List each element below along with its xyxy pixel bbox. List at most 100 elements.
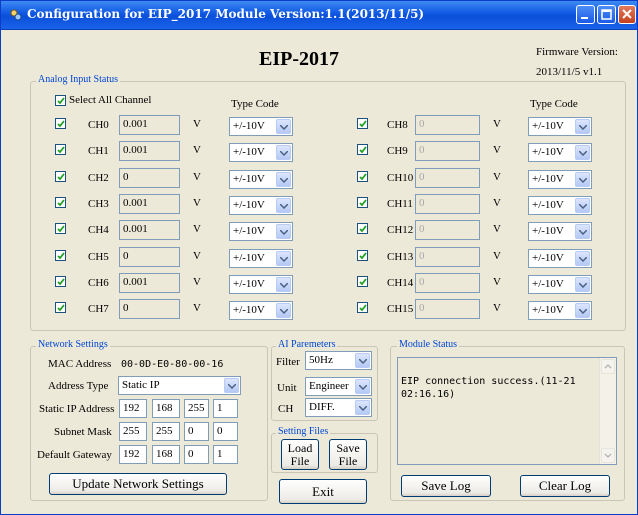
- subnet-octet-4[interactable]: 0: [213, 422, 238, 441]
- checkmark-icon: [359, 304, 367, 312]
- analog-input-group-label: Analog Input Status: [36, 74, 120, 85]
- unit-label: Unit: [277, 382, 297, 394]
- subnet-octet-3[interactable]: 0: [184, 422, 209, 441]
- channel-type-code-select[interactable]: +/-10V: [229, 196, 293, 215]
- update-network-settings-button[interactable]: Update Network Settings: [49, 473, 227, 495]
- channel-type-code-select[interactable]: +/-10V: [528, 170, 592, 189]
- channel-name: CH10: [387, 172, 414, 184]
- scroll-up-button[interactable]: [601, 359, 615, 374]
- ai-parameters-group-label: AI Paremeters: [276, 339, 338, 350]
- channel-type-code-select[interactable]: +/-10V: [528, 249, 592, 268]
- save-file-button[interactable]: Save File: [329, 439, 367, 470]
- channel-checkbox[interactable]: [357, 144, 368, 155]
- gateway-octet-4[interactable]: 1: [213, 445, 238, 464]
- subnet-octet-2[interactable]: 255: [152, 422, 180, 441]
- channel-type-code-select[interactable]: +/-10V: [229, 275, 293, 294]
- channel-type-code-value: +/-10V: [233, 146, 265, 158]
- chevron-down-icon: [575, 172, 590, 187]
- address-type-select[interactable]: Static IP: [118, 376, 241, 395]
- app-window: Configuration for EIP_2017 Module Versio…: [0, 0, 638, 515]
- channel-type-code-select[interactable]: +/-10V: [528, 117, 592, 136]
- channel-type-code-value: +/-10V: [532, 199, 564, 211]
- app-icon: [10, 9, 22, 21]
- channel-name: CH11: [387, 198, 413, 210]
- minimize-button[interactable]: [576, 5, 595, 24]
- chevron-down-icon: [355, 379, 370, 394]
- save-log-button[interactable]: Save Log: [401, 475, 491, 497]
- channel-checkbox[interactable]: [357, 171, 368, 182]
- channel-checkbox[interactable]: [55, 223, 66, 234]
- channel-unit-label: V: [193, 250, 201, 262]
- gateway-octet-2[interactable]: 168: [152, 445, 180, 464]
- channel-type-code-select[interactable]: +/-10V: [229, 222, 293, 241]
- static-ip-octet-3[interactable]: 255: [184, 399, 209, 418]
- channel-unit-label: V: [193, 171, 201, 183]
- channel-unit-label: V: [193, 302, 201, 314]
- channel-checkbox[interactable]: [55, 197, 66, 208]
- channel-checkbox[interactable]: [55, 118, 66, 129]
- gateway-octet-3[interactable]: 0: [184, 445, 209, 464]
- channel-checkbox[interactable]: [55, 302, 66, 313]
- chevron-down-icon: [575, 145, 590, 160]
- static-ip-octet-2[interactable]: 168: [152, 399, 180, 418]
- ch-mode-select[interactable]: DIFF.: [305, 398, 372, 417]
- window-title: Configuration for EIP_2017 Module Versio…: [27, 7, 425, 21]
- exit-button[interactable]: Exit: [279, 479, 367, 504]
- maximize-button[interactable]: [597, 5, 616, 24]
- subnet-mask-label: Subnet Mask: [54, 426, 112, 438]
- channel-type-code-select[interactable]: +/-10V: [528, 196, 592, 215]
- subnet-octet-1[interactable]: 255: [119, 422, 147, 441]
- channel-checkbox[interactable]: [55, 250, 66, 261]
- status-message-line-2: 02:16.16): [401, 389, 456, 400]
- filter-select[interactable]: 50Hz: [305, 351, 372, 370]
- channel-type-code-select[interactable]: +/-10V: [229, 301, 293, 320]
- channel-checkbox[interactable]: [357, 223, 368, 234]
- checkmark-icon: [359, 278, 367, 286]
- clear-log-button[interactable]: Clear Log: [520, 475, 610, 497]
- static-ip-octet-4[interactable]: 1: [213, 399, 238, 418]
- ch-mode-value: DIFF.: [309, 401, 335, 413]
- channel-checkbox[interactable]: [55, 144, 66, 155]
- channel-checkbox[interactable]: [357, 118, 368, 129]
- chevron-down-icon: [276, 303, 291, 318]
- channel-checkbox[interactable]: [357, 302, 368, 313]
- channel-type-code-value: +/-10V: [532, 173, 564, 185]
- channel-type-code-select[interactable]: +/-10V: [229, 117, 293, 136]
- channel-name: CH15: [387, 303, 414, 315]
- status-scrollbar[interactable]: [599, 358, 616, 464]
- save-file-label-2: File: [338, 454, 358, 468]
- channel-checkbox[interactable]: [55, 171, 66, 182]
- close-button[interactable]: [618, 5, 636, 24]
- channel-type-code-select[interactable]: +/-10V: [229, 249, 293, 268]
- channel-value-field: 0: [415, 220, 480, 240]
- channel-name: CH9: [387, 145, 408, 157]
- scroll-down-button[interactable]: [601, 448, 615, 463]
- channel-value-field: 0.001: [119, 194, 180, 214]
- gateway-octet-1[interactable]: 192: [119, 445, 147, 464]
- module-status-log[interactable]: EIP connection success.(11-21 02:16.16): [397, 357, 617, 465]
- static-ip-octet-1[interactable]: 192: [119, 399, 147, 418]
- channel-checkbox[interactable]: [357, 197, 368, 208]
- channel-value-field: 0: [415, 168, 480, 188]
- chevron-down-icon: [575, 251, 590, 266]
- load-file-button[interactable]: Load File: [281, 439, 319, 470]
- channel-type-code-select[interactable]: +/-10V: [528, 143, 592, 162]
- unit-value: Engineer: [309, 380, 349, 392]
- unit-select[interactable]: Engineer: [305, 377, 372, 396]
- filter-value: 50Hz: [309, 354, 333, 366]
- title-bar[interactable]: Configuration for EIP_2017 Module Versio…: [1, 1, 637, 30]
- channel-checkbox[interactable]: [357, 250, 368, 261]
- channel-name: CH7: [88, 303, 109, 315]
- channel-type-code-select[interactable]: +/-10V: [528, 301, 592, 320]
- select-all-checkbox[interactable]: [55, 95, 66, 106]
- channel-checkbox[interactable]: [357, 276, 368, 287]
- channel-unit-label: V: [493, 171, 501, 183]
- chevron-down-icon: [224, 378, 239, 393]
- channel-value-field: 0: [119, 168, 180, 188]
- chevron-down-icon: [575, 198, 590, 213]
- channel-type-code-select[interactable]: +/-10V: [528, 275, 592, 294]
- channel-checkbox[interactable]: [55, 276, 66, 287]
- channel-type-code-select[interactable]: +/-10V: [229, 143, 293, 162]
- channel-type-code-select[interactable]: +/-10V: [528, 222, 592, 241]
- channel-type-code-select[interactable]: +/-10V: [229, 170, 293, 189]
